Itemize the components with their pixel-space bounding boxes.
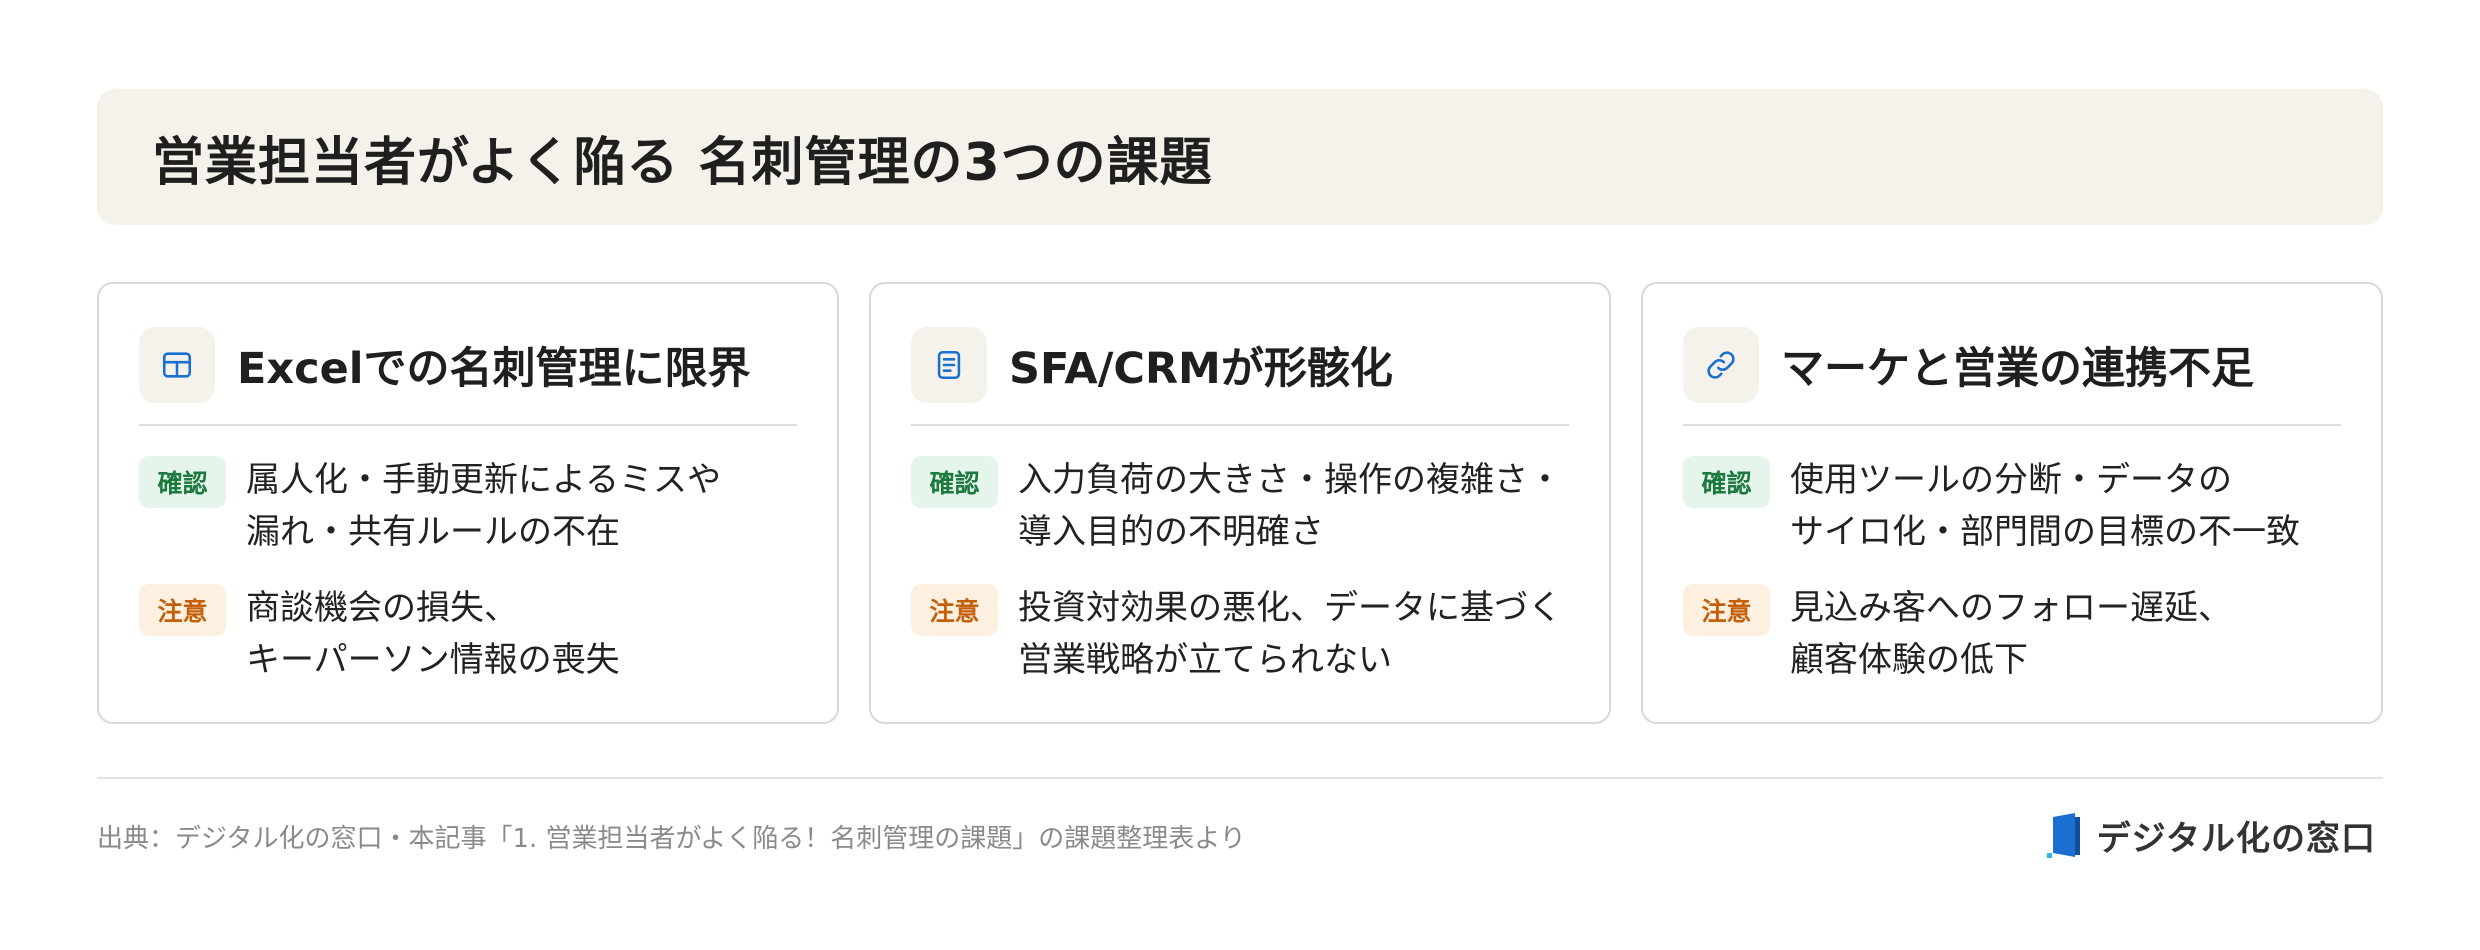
caution-line: 営業戦略が立てられない — [1018, 640, 1392, 680]
confirm-text: 属人化・手動更新によるミスや 漏れ・共有ルールの不在 — [246, 454, 721, 558]
link-icon — [1683, 327, 1759, 403]
confirm-line: 属人化・手動更新によるミスや — [246, 460, 721, 500]
caution-text: 商談機会の損失、 キーパーソン情報の喪失 — [246, 582, 620, 686]
confirm-badge: 確認 — [1683, 456, 1770, 508]
title-banner: 営業担当者がよく陥る 名刺管理の3つの課題 — [97, 89, 2383, 225]
confirm-line: 導入目的の不明確さ — [1018, 512, 1324, 552]
card-divider — [139, 424, 797, 426]
card-title: Excelでの名刺管理に限界 — [237, 344, 751, 394]
confirm-row: 確認 属人化・手動更新によるミスや 漏れ・共有ルールの不在 — [139, 454, 817, 558]
confirm-row: 確認 使用ツールの分断・データの サイロ化・部門間の目標の不一致 — [1683, 454, 2361, 558]
confirm-badge: 確認 — [911, 456, 998, 508]
issue-card-excel: Excelでの名刺管理に限界 確認 属人化・手動更新によるミスや 漏れ・共有ルー… — [97, 282, 839, 724]
card-header: SFA/CRMが形骸化 — [911, 324, 1569, 406]
page-title: 営業担当者がよく陥る 名刺管理の3つの課題 — [152, 132, 1213, 193]
caution-line: 顧客体験の低下 — [1790, 640, 2028, 680]
caution-line: 投資対効果の悪化、データに基づく — [1018, 588, 1562, 628]
source-note: 出典：デジタル化の窓口・本記事「1. 営業担当者がよく陥る！名刺管理の課題」の課… — [97, 824, 1246, 854]
caution-row: 注意 投資対効果の悪化、データに基づく 営業戦略が立てられない — [911, 582, 1589, 686]
document-icon — [911, 327, 987, 403]
card-divider — [911, 424, 1569, 426]
door-logo-icon — [2046, 813, 2080, 858]
table-icon — [139, 327, 215, 403]
confirm-line: 使用ツールの分断・データの — [1790, 460, 2232, 500]
card-title: マーケと営業の連携不足 — [1781, 344, 2254, 394]
caution-line: 商談機会の損失、 — [246, 588, 518, 628]
confirm-text: 使用ツールの分断・データの サイロ化・部門間の目標の不一致 — [1790, 454, 2300, 558]
card-header: Excelでの名刺管理に限界 — [139, 324, 797, 406]
caution-badge: 注意 — [1683, 584, 1770, 636]
brand-logo: デジタル化の窓口 — [2045, 810, 2376, 860]
confirm-line: サイロ化・部門間の目標の不一致 — [1790, 512, 2300, 552]
confirm-line: 漏れ・共有ルールの不在 — [246, 512, 620, 552]
issue-card-sfa-crm: SFA/CRMが形骸化 確認 入力負荷の大きさ・操作の複雑さ・ 導入目的の不明確… — [869, 282, 1611, 724]
caution-badge: 注意 — [911, 584, 998, 636]
card-title: SFA/CRMが形骸化 — [1009, 344, 1393, 394]
caution-text: 投資対効果の悪化、データに基づく 営業戦略が立てられない — [1018, 582, 1562, 686]
caution-row: 注意 見込み客へのフォロー遅延、 顧客体験の低下 — [1683, 582, 2361, 686]
card-header: マーケと営業の連携不足 — [1683, 324, 2341, 406]
caution-line: キーパーソン情報の喪失 — [246, 640, 620, 680]
confirm-row: 確認 入力負荷の大きさ・操作の複雑さ・ 導入目的の不明確さ — [911, 454, 1589, 558]
footer-divider — [97, 777, 2383, 779]
confirm-badge: 確認 — [139, 456, 226, 508]
caution-row: 注意 商談機会の損失、 キーパーソン情報の喪失 — [139, 582, 817, 686]
caution-line: 見込み客へのフォロー遅延、 — [1790, 588, 2232, 628]
caution-text: 見込み客へのフォロー遅延、 顧客体験の低下 — [1790, 582, 2232, 686]
confirm-text: 入力負荷の大きさ・操作の複雑さ・ 導入目的の不明確さ — [1018, 454, 1562, 558]
issue-card-marketing-sales: マーケと営業の連携不足 確認 使用ツールの分断・データの サイロ化・部門間の目標… — [1641, 282, 2383, 724]
confirm-line: 入力負荷の大きさ・操作の複雑さ・ — [1018, 460, 1562, 500]
card-divider — [1683, 424, 2341, 426]
brand-name: デジタル化の窓口 — [2096, 818, 2376, 859]
caution-badge: 注意 — [139, 584, 226, 636]
